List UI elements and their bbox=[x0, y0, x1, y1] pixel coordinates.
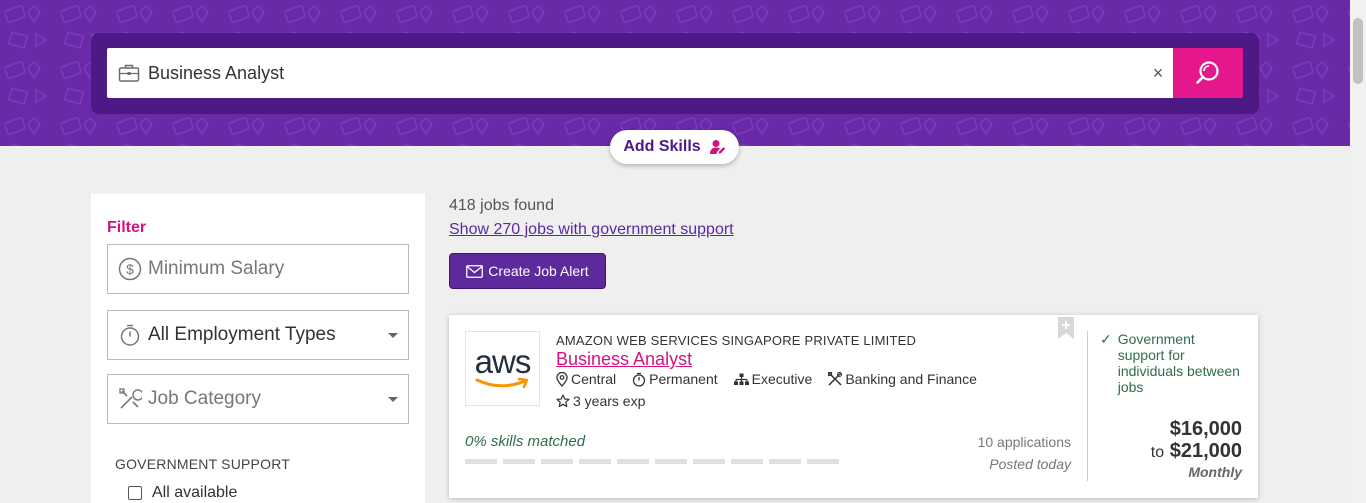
card-divider bbox=[1087, 331, 1088, 481]
checkbox-box[interactable] bbox=[128, 486, 142, 500]
bookmark-icon[interactable] bbox=[1057, 317, 1075, 339]
filter-title: Filter bbox=[107, 219, 147, 236]
skill-bar-segment bbox=[503, 459, 535, 464]
skill-bar-segment bbox=[655, 459, 687, 464]
job-meta: Central Permanent Executive Banking and … bbox=[556, 371, 977, 387]
stopwatch-icon bbox=[120, 324, 140, 346]
government-support-note: ✓ Government support for individuals bet… bbox=[1100, 331, 1240, 395]
search-banner: × bbox=[0, 0, 1350, 146]
skill-bar-segment bbox=[465, 459, 497, 464]
chevron-down-icon bbox=[388, 333, 398, 338]
skill-bar-segment bbox=[579, 459, 611, 464]
user-edit-icon bbox=[709, 140, 725, 154]
tools-icon bbox=[119, 388, 142, 409]
page-scrollbar[interactable] bbox=[1350, 0, 1366, 503]
stopwatch-icon bbox=[632, 372, 646, 387]
skill-bar-segment bbox=[769, 459, 801, 464]
government-support-text: Government support for individuals betwe… bbox=[1117, 331, 1240, 395]
skills-matched-text: 0% skills matched bbox=[465, 433, 586, 450]
search-field[interactable]: × bbox=[107, 48, 1173, 98]
skills-match-bar bbox=[465, 459, 839, 464]
location-text: Central bbox=[571, 371, 617, 387]
scrollbar-thumb[interactable] bbox=[1353, 18, 1363, 84]
minimum-salary-placeholder: Minimum Salary bbox=[148, 258, 285, 279]
amazon-smile-icon bbox=[475, 377, 528, 388]
briefcase-icon bbox=[118, 64, 140, 82]
skill-bar-segment bbox=[541, 459, 573, 464]
company-name: AMAZON WEB SERVICES SINGAPORE PRIVATE LI… bbox=[556, 333, 917, 348]
search-input[interactable] bbox=[148, 48, 1143, 98]
employment-type-tag: Permanent bbox=[632, 371, 718, 387]
search-button[interactable] bbox=[1173, 48, 1243, 98]
salary-range: $16,000 to $21,000 Monthly bbox=[1151, 418, 1242, 480]
envelope-icon bbox=[466, 264, 484, 278]
create-job-alert-label: Create Job Alert bbox=[488, 263, 589, 279]
employment-type-value: All Employment Types bbox=[148, 324, 336, 345]
company-logo: aws bbox=[465, 331, 540, 406]
government-support-jobs-link[interactable]: Show 270 jobs with government support bbox=[449, 221, 734, 239]
category-tag: Banking and Finance bbox=[828, 371, 977, 387]
tools-icon bbox=[828, 372, 843, 386]
skill-bar-segment bbox=[731, 459, 763, 464]
experience-tag: 3 years exp bbox=[556, 393, 645, 409]
salary-period: Monthly bbox=[1188, 464, 1242, 480]
svg-text:$: $ bbox=[126, 261, 134, 277]
salary-max: $21,000 bbox=[1169, 440, 1242, 462]
skill-bar-segment bbox=[617, 459, 649, 464]
company-logo-text: aws bbox=[474, 342, 532, 380]
star-icon bbox=[556, 394, 570, 408]
salary-min: $16,000 bbox=[1169, 418, 1242, 440]
skill-bar-segment bbox=[807, 459, 839, 464]
add-skills-label: Add Skills bbox=[623, 138, 701, 155]
location-tag: Central bbox=[556, 371, 616, 387]
clear-search-button[interactable]: × bbox=[1143, 63, 1173, 84]
government-support-heading: GOVERNMENT SUPPORT bbox=[115, 456, 290, 472]
posted-date: Posted today bbox=[989, 456, 1071, 472]
map-pin-icon bbox=[556, 371, 568, 387]
search-container: × bbox=[91, 33, 1259, 114]
seniority-tag: Executive bbox=[733, 371, 813, 387]
all-available-label: All available bbox=[152, 484, 238, 501]
job-category-select[interactable]: Job Category bbox=[107, 374, 409, 424]
minimum-salary-field[interactable]: $ Minimum Salary bbox=[107, 244, 409, 294]
job-card[interactable]: aws AMAZON WEB SERVICES SINGAPORE PRIVAT… bbox=[449, 315, 1258, 498]
skill-bar-segment bbox=[693, 459, 725, 464]
add-skills-button[interactable]: Add Skills bbox=[610, 130, 739, 164]
create-job-alert-button[interactable]: Create Job Alert bbox=[449, 253, 606, 289]
jobs-count: 418 jobs found bbox=[449, 197, 554, 214]
job-title-link[interactable]: Business Analyst bbox=[556, 349, 692, 370]
job-category-placeholder: Job Category bbox=[148, 388, 262, 409]
applications-count: 10 applications bbox=[977, 434, 1071, 450]
filter-panel: Filter $ Minimum Salary All Employment T… bbox=[91, 194, 425, 503]
seniority-text: Executive bbox=[751, 371, 813, 387]
search-icon bbox=[1196, 61, 1219, 84]
checkmark-icon: ✓ bbox=[1100, 331, 1112, 347]
hierarchy-icon bbox=[733, 373, 749, 385]
dollar-icon: $ bbox=[118, 257, 142, 281]
employment-type-text: Permanent bbox=[649, 371, 718, 387]
chevron-down-icon bbox=[388, 397, 398, 402]
category-text: Banking and Finance bbox=[845, 371, 977, 387]
employment-type-select[interactable]: All Employment Types bbox=[107, 310, 409, 360]
salary-to-label: to bbox=[1150, 444, 1165, 461]
experience-text: 3 years exp bbox=[573, 393, 646, 409]
all-available-checkbox[interactable]: All available bbox=[128, 484, 237, 502]
